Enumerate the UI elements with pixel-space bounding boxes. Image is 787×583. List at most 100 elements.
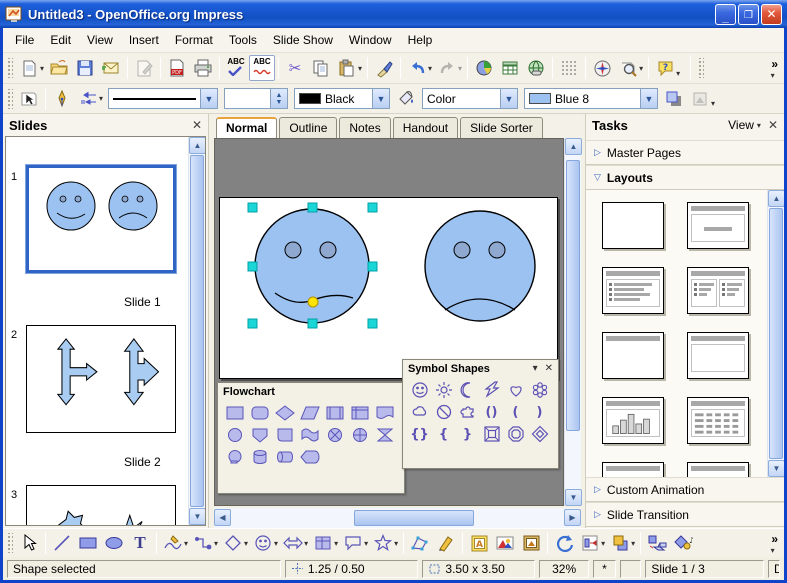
gallery-button[interactable] [518,530,544,556]
layout-title-two-content[interactable] [687,267,749,314]
line-dialog-button[interactable] [49,86,75,112]
menu-view[interactable]: View [79,30,121,50]
section-slide-transition[interactable]: ▷ Slide Transition [586,502,784,527]
canvas-vscroll-thumb[interactable] [566,160,580,431]
overflow-dropdown[interactable]: ▾ [771,71,775,80]
line-color-dropdown-button[interactable]: ▼ [372,89,389,108]
arrange-button[interactable] [607,530,633,556]
symbol-double-brace-icon[interactable]: {} [407,423,432,445]
maximize-button[interactable]: ❐ [738,4,759,25]
symbol-puzzle-icon[interactable] [455,401,480,423]
layout-title-bullets[interactable] [602,267,664,314]
layout-title-chart[interactable] [602,397,664,444]
menu-format[interactable]: Format [167,30,221,50]
flowchart-magnetic-disc-icon[interactable] [247,446,272,468]
slides-scroll-thumb[interactable] [190,155,204,507]
email-button[interactable] [98,55,124,81]
tab-handout[interactable]: Handout [393,117,458,138]
redo-dropdown[interactable]: ▾ [458,64,462,73]
scroll-down-icon[interactable]: ▼ [189,508,206,525]
minimize-button[interactable]: _ [715,4,736,25]
hyperlink-button[interactable] [523,55,549,81]
fill-style-select[interactable]: Color ▼ [422,88,518,109]
block-arrows-tool[interactable] [280,530,306,556]
tab-outline[interactable]: Outline [279,117,337,138]
shadow-button[interactable] [661,86,687,112]
edit-points-tool[interactable] [407,530,433,556]
from-file-button[interactable] [492,530,518,556]
layouts-scrollbar[interactable]: ▲ ▼ [767,190,784,477]
section-layouts[interactable]: ▽ Layouts [586,165,784,190]
status-position[interactable]: 1.25 / 0.50 [285,560,419,578]
symbol-right-brace-icon[interactable]: } [455,423,480,445]
symbol-sun-icon[interactable] [431,379,456,401]
interaction-button[interactable]: ♪ [670,530,696,556]
auto-spellcheck-button[interactable]: ABC [249,55,275,81]
menu-slide-show[interactable]: Slide Show [265,30,341,50]
fill-color-select[interactable]: Blue 8 ▼ [524,88,658,109]
help-button[interactable]: ? [652,55,678,81]
symbol-prohibited-icon[interactable] [431,401,456,423]
flowchart-process-icon[interactable] [222,402,247,424]
slides-scrollbar[interactable]: ▲ ▼ [188,137,205,525]
scroll-down-icon[interactable]: ▼ [768,460,784,477]
layout-partial[interactable] [687,462,749,477]
menu-file[interactable]: File [7,30,42,50]
line-width-spinner[interactable]: ▲▼ [224,88,288,109]
symbol-moon-icon[interactable] [455,379,480,401]
line-style-dropdown-button[interactable]: ▼ [200,89,217,108]
tasks-view-menu[interactable]: View [728,118,754,132]
line-style-select[interactable]: ▼ [108,88,218,109]
symbol-shapes-tool[interactable] [250,530,276,556]
drawbar-overflow[interactable]: » ▾ [771,532,778,555]
paste-button[interactable] [334,55,360,81]
menu-help[interactable]: Help [400,30,441,50]
zoom-button[interactable] [615,55,641,81]
tab-slide-sorter[interactable]: Slide Sorter [460,117,543,138]
symbol-square-bevel-icon[interactable] [479,423,504,445]
symbol-diamond-bevel-icon[interactable] [527,423,552,445]
status-page-style[interactable]: Default [768,560,780,578]
flowchart-or-icon[interactable] [347,424,372,446]
spellcheck-button[interactable]: ABC [223,55,249,81]
flowchart-tool[interactable] [310,530,336,556]
flowchart-punched-tape-icon[interactable] [297,424,322,446]
section-master-pages[interactable]: ▷ Master Pages [586,140,784,165]
tasks-panel-close-icon[interactable]: ✕ [768,118,778,132]
menu-edit[interactable]: Edit [42,30,79,50]
layout-title-table[interactable] [687,397,749,444]
fill-color-dropdown-button[interactable]: ▼ [640,89,657,108]
flowchart-display-icon[interactable] [297,446,322,468]
symbol-cloud-icon[interactable] [407,401,432,423]
presentation-toolbar-overflow[interactable]: » ▾ [771,57,778,80]
layout-title-only[interactable] [602,332,664,379]
connector-tool[interactable] [190,530,216,556]
arrow-style-button[interactable] [75,86,101,112]
slide-thumbnail-1[interactable] [26,165,176,273]
symbol-flower-icon[interactable] [527,379,552,401]
toolbar-grip[interactable] [6,89,13,109]
open-button[interactable] [46,55,72,81]
fill-style-dropdown-button[interactable]: ▼ [500,89,517,108]
flowchart-predefined-process-icon[interactable] [322,402,347,424]
layout-title-content[interactable] [687,202,749,249]
menu-tools[interactable]: Tools [221,30,265,50]
rectangle-tool[interactable] [75,530,101,556]
slide-thumbnail-3[interactable] [26,485,176,526]
alignment-button[interactable] [577,530,603,556]
title-bar[interactable]: Untitled3 - OpenOffice.org Impress _ ❐ ✕ [0,0,787,28]
scroll-up-icon[interactable]: ▲ [189,137,206,154]
canvas-vscrollbar[interactable]: ▲ ▼ [564,138,581,506]
line-width-spin-buttons[interactable]: ▲▼ [270,89,287,108]
layout-blank[interactable] [602,202,664,249]
scroll-up-icon[interactable]: ▲ [768,190,784,207]
navigator-button[interactable] [589,55,615,81]
layout-partial[interactable] [602,462,664,477]
symbol-smiley-icon[interactable] [407,379,432,401]
select-tool[interactable] [16,530,42,556]
flowchart-connector-icon[interactable] [222,424,247,446]
menu-insert[interactable]: Insert [121,30,167,50]
format-paintbrush-button[interactable] [371,55,397,81]
tasks-view-dropdown-icon[interactable]: ▾ [757,121,761,130]
flowchart-offpage-connector-icon[interactable] [247,424,272,446]
